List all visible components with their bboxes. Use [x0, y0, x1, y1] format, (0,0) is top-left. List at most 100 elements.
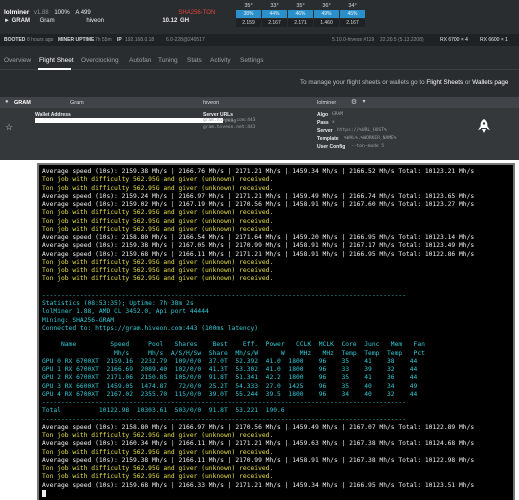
coin-name: GRAM	[11, 18, 30, 24]
terminal-line: Average speed (10s): 2159.24 Mh/s | 2166…	[42, 192, 475, 200]
terminal-line: Connected to: https://gram.hiveon.com:44…	[42, 324, 259, 332]
terminal-line: Mining: SHA256-GRAM	[42, 316, 115, 324]
terminal-line: Average speed (10s): 2158.80 Mh/s | 2166…	[42, 234, 475, 241]
pass-value: x	[332, 120, 335, 125]
total-hashrate-unit: GH	[180, 18, 190, 24]
terminal-line: GPU 1 RX 6700XT 2166.69 2089.40 102/0/0 …	[42, 366, 418, 373]
template-value: %WAL%.%WORKER_NAME%	[344, 136, 397, 141]
gpu-hashrate: 2.167	[340, 19, 365, 27]
kernel-version: 6.0-228@240517	[166, 37, 205, 43]
terminal-output: Average speed (10s): 2159.38 Mh/s | 2166…	[42, 168, 474, 498]
summary-row-worker: lolminer v1.88 100% A 499 SHA256-TON	[4, 9, 215, 16]
driver-version: 22.20.5 (5.13.2208)	[380, 37, 424, 43]
flight-sheet-header: ● GRAM Gram hiveon lolminer ⚙ ▾	[0, 97, 519, 108]
coin-logo-icon: ●	[5, 99, 9, 105]
terminal-line: Average speed (10s): 2159.38 Mh/s | 2167…	[42, 242, 475, 250]
worker-name[interactable]: lolminer	[4, 9, 29, 16]
gpu-temp: 36°	[322, 3, 331, 9]
flight-sheet-card: ● GRAM Gram hiveon lolminer ⚙ ▾ ☆ Wallet…	[0, 97, 519, 160]
pool-name: hiveon	[86, 18, 104, 24]
uptime-label: MINER UPTIME	[58, 37, 95, 43]
terminal-cursor	[42, 489, 46, 497]
ip-value: 192.168.0.18	[125, 37, 155, 43]
terminal-line: Average speed (10s): 2159.38 Mh/s | 2166…	[42, 456, 475, 464]
tab-settings[interactable]: Settings	[240, 57, 264, 64]
wallet-address-redacted	[35, 118, 223, 123]
booted-value: 8 hours ago	[27, 37, 54, 43]
terminal-line: Ton job with difficulty 562.95G and give…	[42, 176, 274, 184]
server-label: Server	[317, 128, 333, 134]
flight-sheets-link[interactable]: Flight Sheets	[426, 79, 463, 86]
ip-label: IP	[117, 37, 122, 43]
gpu-temp: 35°	[296, 3, 305, 9]
wallets-page-link[interactable]: Wallets page	[472, 79, 508, 86]
terminal-line: Ton job with difficulty 562.95G and give…	[42, 258, 274, 266]
miner-info-icon[interactable]: ▾	[359, 98, 369, 107]
worker-percent: 100%	[54, 10, 70, 16]
miner-terminal[interactable]: Average speed (10s): 2159.38 Mh/s | 2166…	[37, 163, 515, 500]
worker-id: A 499	[75, 10, 91, 16]
fs-miner: lolminer	[317, 99, 337, 106]
terminal-line: GPU 4 RX 6700XT 2167.02 2355.70 115/0/0 …	[42, 390, 418, 398]
gpu-temp: 35°	[244, 3, 253, 9]
terminal-line: Name Speed Pool Shares Best Eff. Power C…	[42, 341, 425, 349]
worker-summary: lolminer v1.88 100% A 499 SHA256-TON ► G…	[0, 0, 519, 33]
gpu-fan: 44%	[262, 10, 287, 18]
gpu-hashrate: 2.171	[288, 19, 313, 27]
algo-label: SHA256-TON	[178, 10, 216, 16]
gpu-models-secondary: RX 6600 × 1	[480, 37, 508, 43]
hiveos-worker-panel: lolminer v1.88 100% A 499 SHA256-TON ► G…	[0, 0, 519, 160]
gpu-hashrate: 1.460	[314, 19, 339, 27]
template-label: Template	[317, 136, 339, 142]
server-value: https://%URL_HOST%	[337, 128, 387, 133]
flightsheet-info: To manage your flight sheets or wallets …	[300, 79, 508, 86]
hive-version: 5.10.0-hiveos #119	[332, 37, 375, 43]
gpu-temp: 33°	[270, 3, 279, 9]
terminal-line: Ton job with difficulty 562.95G and give…	[42, 473, 274, 481]
tab-overclocking[interactable]: Overclocking	[81, 57, 119, 64]
pass-label: Pass	[317, 120, 329, 126]
tab-flight-sheet[interactable]: Flight Sheet	[39, 57, 74, 64]
gpu-hashrate: 2.167	[262, 19, 287, 27]
algo-value: GRAM	[332, 112, 344, 117]
miner-settings-gear-icon[interactable]: ⚙	[349, 98, 359, 107]
gpu-fan: 38%	[236, 10, 261, 18]
tab-overview[interactable]: Overview	[4, 57, 31, 64]
terminal-line: Average speed (10s): 2159.68 Mh/s | 2166…	[42, 250, 475, 258]
gpu-fan: 45%	[340, 10, 365, 18]
gpu-fan: 46%	[288, 10, 313, 18]
user-config-label: User Config	[317, 144, 346, 150]
gpu-hashrate: 2.159	[236, 19, 261, 27]
terminal-line: Mh/s Mh/s A/S/H/Sw Share Mh/s/W W MHz MH…	[42, 349, 425, 357]
server-url-secondary: gram.hiveon.net:443	[203, 125, 256, 130]
terminal-line: Average speed (10s): 2159.38 Mh/s | 2166…	[42, 168, 475, 175]
tab-autofan[interactable]: Autofan	[129, 57, 151, 64]
tab-tuning[interactable]: Tuning	[158, 57, 178, 64]
terminal-line: Statistics (08:53:35); Uptime: 7h 38m 2s	[42, 300, 194, 307]
uptime-value: 7h 55m	[95, 37, 112, 43]
terminal-cursor-line	[42, 489, 474, 498]
terminal-line: ----------------------------------------…	[42, 291, 406, 299]
info-prefix: To manage your flight sheets or wallets …	[300, 79, 427, 86]
terminal-line: Ton job with difficulty 562.95G and give…	[42, 184, 274, 192]
terminal-line: Ton job with difficulty 562.95G and give…	[42, 225, 274, 233]
terminal-line: ----------------------------------------…	[42, 415, 406, 423]
terminal-line: Ton job with difficulty 562.95G and give…	[42, 275, 274, 283]
worker-tabs: Overview Flight Sheet Overclocking Autof…	[0, 53, 519, 70]
tab-stats[interactable]: Stats	[187, 57, 202, 64]
favorite-star-icon[interactable]: ☆	[5, 122, 13, 133]
algo-label: Algo	[317, 112, 329, 118]
server-url-primary: gram.hiveon.com:443	[203, 118, 256, 123]
terminal-line: Average speed (10s): 2159.68 Mh/s | 2166…	[42, 481, 475, 489]
fs-coin: GRAM	[14, 99, 31, 106]
gpu-fan: 49%	[314, 10, 339, 18]
terminal-line: Ton job with difficulty 562.95G and give…	[42, 448, 274, 456]
user-config-value: --ton-mode 5	[351, 144, 385, 149]
miner-name: Gram	[39, 18, 55, 24]
terminal-line: Average speed (10s): 2160.34 Mh/s | 2166…	[42, 440, 475, 448]
apply-rocket-icon[interactable]	[478, 119, 490, 133]
tab-activity[interactable]: Activity	[210, 57, 231, 64]
terminal-line: Average speed (10s): 2158.80 Mh/s | 2166…	[42, 423, 475, 431]
